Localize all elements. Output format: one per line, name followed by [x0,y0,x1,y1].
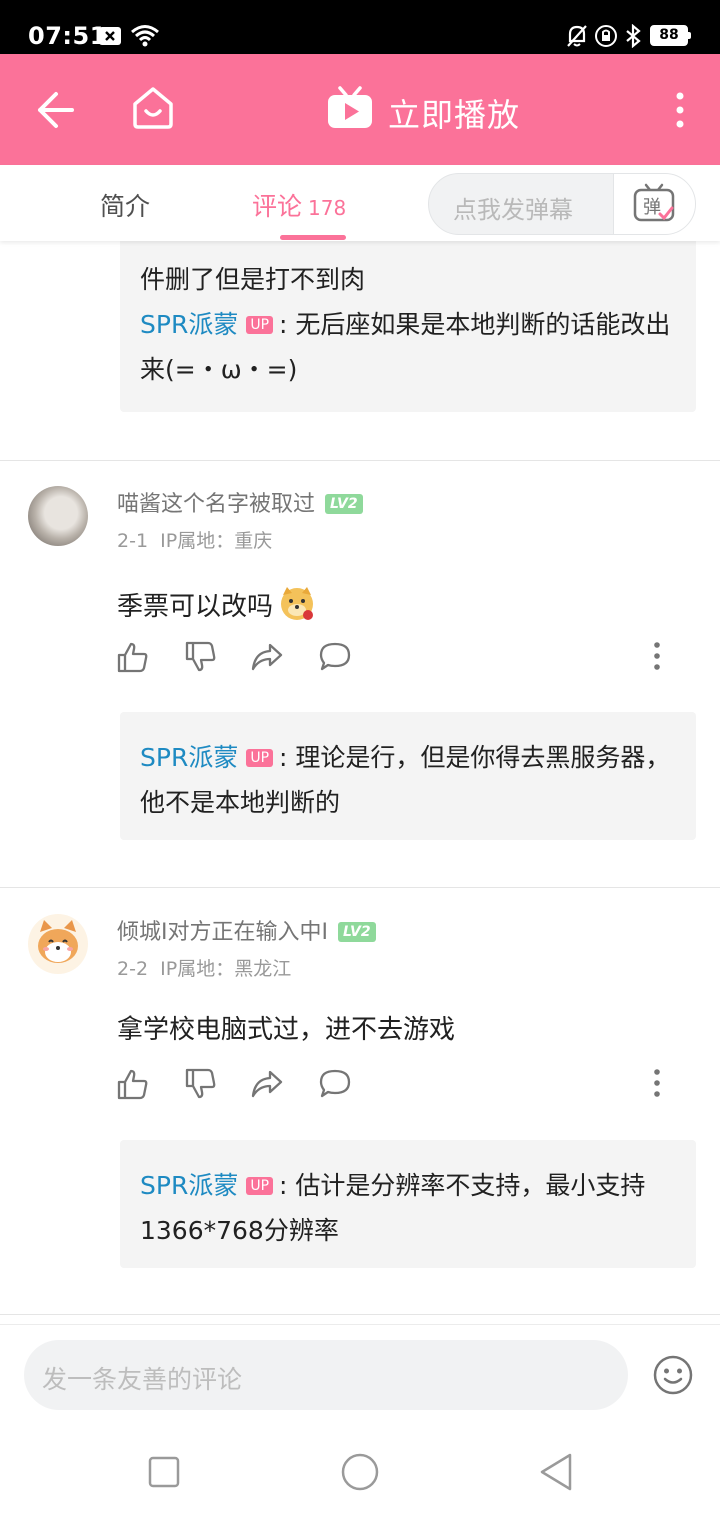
page-title: 立即播放 [388,96,521,134]
partial-text-line: 件删了但是打不到肉 [140,265,366,294]
comment-username-text: 喵酱这个名字被取过 [117,492,316,517]
bluetooth-icon [626,24,641,48]
notification-x-icon [99,27,121,45]
doge-emoji-icon [281,587,314,620]
lock-rotation-icon [595,25,617,47]
comment-text: 拿学校电脑式过，进不去游戏 [117,1015,456,1045]
tab-comments[interactable]: 评论 178 [252,187,346,223]
tv-play-icon [328,86,372,128]
share-icon[interactable] [250,640,284,674]
reply-user-link[interactable]: SPR派蒙 [140,743,238,772]
system-nav-bar [0,1420,720,1520]
comment-placeholder: 发一条友善的评论 [42,1365,243,1394]
comments-count: 178 [308,196,347,220]
comment-input[interactable]: 发一条友善的评论 [24,1340,628,1410]
reply-user-link[interactable]: SPR派蒙 [140,310,238,339]
danmaku-tv-icon: 弹 [633,183,675,222]
home-icon[interactable] [130,84,176,130]
tab-comments-label: 评论 [252,192,303,221]
bottom-bar-divider [0,1324,720,1325]
comment-date: 2-2 [117,958,149,980]
reply-box[interactable]: SPR派蒙 UP: 估计是分辨率不支持，最小支持1366*768分辨率 [120,1140,696,1268]
comment-meta: 2-1 IP属地：重庆 [117,526,272,553]
comment-more-icon[interactable] [640,640,674,674]
arrow-left-icon[interactable] [36,90,76,130]
danmaku-toggle-button[interactable]: 弹 [613,174,695,234]
avatar[interactable] [28,486,88,546]
comment-divider [0,1314,720,1315]
battery-indicator: 88 [650,25,691,46]
partial-reply: SPR派蒙 UP: 无后座如果是本地判断的话能改出来(=・ω・=) [140,302,676,392]
reply-content: SPR派蒙 UP: 理论是行，但是你得去黑服务器，他不是本地判断的 [140,735,676,825]
shiba-avatar-icon [38,920,78,963]
up-badge: UP [246,749,274,767]
back-nav-icon[interactable] [538,1452,574,1492]
dislike-icon[interactable] [184,640,218,674]
danmaku-input[interactable]: 点我发弹幕 弹 [428,173,696,235]
reply-bubble-icon[interactable] [318,640,352,674]
like-icon[interactable] [116,640,150,674]
home-nav-icon[interactable] [340,1452,380,1492]
up-badge: UP [246,316,274,334]
comment-meta: 2-2 IP属地：黑龙江 [117,954,291,981]
up-badge: UP [246,1177,274,1195]
comment-username-text: 倾城I对方正在输入中I [117,920,328,945]
level-badge: LV2 [325,494,363,514]
dislike-icon[interactable] [184,1067,218,1101]
like-icon[interactable] [116,1067,150,1101]
reply-bubble-icon[interactable] [318,1067,352,1101]
comment-more-icon[interactable] [640,1067,674,1101]
comment-username[interactable]: 喵酱这个名字被取过 LV2 [117,486,363,518]
danmaku-placeholder: 点我发弹幕 [453,196,573,224]
share-icon[interactable] [250,1067,284,1101]
comment-divider [0,887,720,888]
reply-box[interactable]: SPR派蒙 UP: 理论是行，但是你得去黑服务器，他不是本地判断的 [120,712,696,840]
avatar[interactable] [28,914,88,974]
reply-user-link[interactable]: SPR派蒙 [140,1171,238,1200]
reply-box-partial: 件删了但是打不到肉 SPR派蒙 UP: 无后座如果是本地判断的话能改出来(=・ω・… [120,225,696,412]
tabs-bar: 简介 评论 178 点我发弹幕 弹 [0,165,720,241]
comment-text: 季票可以改吗 [117,583,317,623]
tab-active-underline [280,235,346,240]
app-header: 立即播放 [0,54,720,165]
comment-ip: IP属地：黑龙江 [160,958,292,980]
reply-content: SPR派蒙 UP: 估计是分辨率不支持，最小支持1366*768分辨率 [140,1163,676,1253]
status-time: 07:51 [28,22,107,50]
wifi-icon [131,25,159,47]
emoji-icon[interactable] [652,1354,694,1396]
mute-bell-icon [567,25,587,47]
comment-username[interactable]: 倾城I对方正在输入中I LV2 [117,914,376,946]
more-vertical-icon[interactable] [668,90,692,130]
status-bar: 07:51 88 [0,0,720,54]
level-badge: LV2 [337,922,376,942]
comment-text-content: 季票可以改吗 [117,592,274,622]
danmaku-button-label: 弹 [643,197,661,218]
recent-apps-icon[interactable] [148,1456,180,1488]
comment-date: 2-1 [117,530,149,552]
tab-intro[interactable]: 简介 [100,187,150,223]
comment-ip: IP属地：重庆 [160,530,273,552]
comment-divider [0,460,720,461]
